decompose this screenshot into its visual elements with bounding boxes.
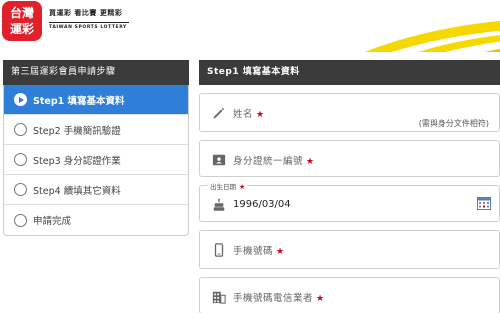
required-mark: ★ bbox=[316, 294, 325, 304]
step-3-identity-verification[interactable]: Step3 身分認證作業 bbox=[4, 145, 188, 175]
carrier-field[interactable]: 手機號碼電信業者 ★ bbox=[199, 277, 500, 313]
step-4-other-info[interactable]: Step4 續填其它資料 bbox=[4, 175, 188, 205]
steps-panel: 第三屆運彩會員申請步驟 Step1 填寫基本資料 Step2 手機簡訊驗證 St… bbox=[3, 60, 189, 236]
step-label: 申請完成 bbox=[33, 216, 72, 227]
step-label: Step4 續填其它資料 bbox=[33, 185, 121, 197]
required-mark: ★ bbox=[256, 110, 265, 120]
brand-text: 買運彩 看比賽 更精彩 TAIWAN SPORTS LOTTERY bbox=[49, 8, 129, 30]
birthday-label: 出生日期 ★ bbox=[208, 181, 248, 191]
step-radio-icon bbox=[14, 153, 27, 166]
step-radio-icon bbox=[14, 213, 27, 227]
step-label: Step2 手機簡訊驗證 bbox=[33, 125, 121, 137]
step-radio-icon bbox=[14, 123, 27, 136]
required-mark: ★ bbox=[276, 247, 285, 257]
mobile-label: 手機號碼 ★ bbox=[233, 246, 285, 257]
step-1-basic-info[interactable]: Step1 填寫基本資料 bbox=[4, 85, 188, 115]
steps-list: Step1 填寫基本資料 Step2 手機簡訊驗證 Step3 身分認證作業 S… bbox=[3, 85, 189, 236]
cake-icon bbox=[213, 198, 225, 211]
mobile-field[interactable]: 手機號碼 ★ bbox=[199, 230, 500, 269]
brand-logo[interactable]: 台灣 運彩 bbox=[2, 1, 42, 41]
required-mark: ★ bbox=[239, 183, 246, 191]
name-note: (需與身分文件相符) bbox=[418, 119, 489, 128]
name-label: 姓名 ★ bbox=[233, 109, 265, 120]
logo-line1: 台灣 bbox=[9, 6, 34, 20]
id-number-label: 身分證統一編號 ★ bbox=[233, 156, 315, 167]
required-mark: ★ bbox=[306, 157, 315, 167]
step-active-radio-icon bbox=[14, 93, 27, 106]
step-label: Step3 身分認證作業 bbox=[33, 155, 121, 167]
step-2-sms-verification[interactable]: Step2 手機簡訊驗證 bbox=[4, 115, 188, 145]
brand-english-name: TAIWAN SPORTS LOTTERY bbox=[49, 22, 129, 30]
name-field[interactable]: 姓名 ★ (需與身分文件相符) bbox=[199, 93, 500, 132]
building-icon bbox=[212, 291, 226, 304]
form-panel: Step1 填寫基本資料 姓名 ★ (需與身分文件相符) 身分證統一編號 ★ 出生日… bbox=[199, 60, 500, 313]
carrier-label: 手機號碼電信業者 ★ bbox=[233, 293, 325, 304]
pencil-icon bbox=[213, 107, 225, 119]
form-panel-title: Step1 填寫基本資料 bbox=[199, 60, 500, 85]
logo-line2: 運彩 bbox=[9, 22, 34, 36]
phone-icon bbox=[214, 243, 224, 257]
step-radio-icon bbox=[14, 183, 27, 196]
step-label: Step1 填寫基本資料 bbox=[33, 95, 125, 107]
calendar-icon[interactable] bbox=[477, 196, 491, 210]
id-number-field[interactable]: 身分證統一編號 ★ bbox=[199, 140, 500, 177]
birthday-field[interactable]: 出生日期 ★ 1996/03/04 bbox=[199, 181, 500, 222]
steps-panel-title: 第三屆運彩會員申請步驟 bbox=[3, 60, 189, 85]
decorative-swoosh bbox=[364, 20, 500, 52]
brand-slogan: 買運彩 看比賽 更精彩 bbox=[49, 9, 123, 17]
id-card-icon bbox=[212, 154, 226, 166]
header: 台灣 運彩 買運彩 看比賽 更精彩 TAIWAN SPORTS LOTTERY bbox=[0, 0, 500, 52]
birthday-value: 1996/03/04 bbox=[233, 199, 291, 210]
step-complete[interactable]: 申請完成 bbox=[4, 205, 188, 235]
